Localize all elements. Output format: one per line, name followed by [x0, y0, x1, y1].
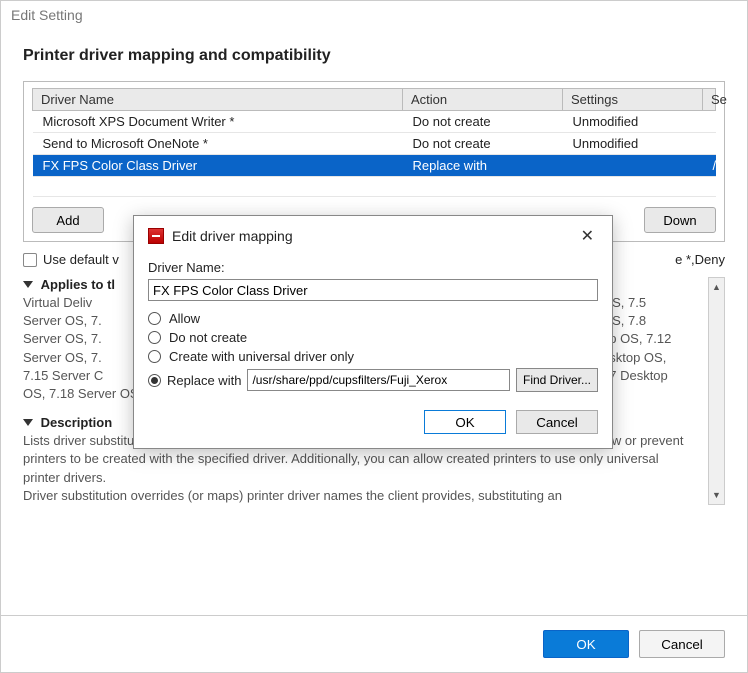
use-default-checkbox[interactable]: [23, 253, 37, 267]
window-title: Edit Setting: [1, 1, 747, 29]
driver-table: Driver Name Action Settings Se Microsoft…: [32, 88, 716, 197]
down-button[interactable]: Down: [644, 207, 716, 233]
close-icon[interactable]: ✕: [577, 226, 598, 246]
applies-to-tail: OS, 7.5 OS, 7.8 pp OS, 7.12 esktop OS, 1…: [602, 294, 698, 403]
radio-universal-only-label: Create with universal driver only: [169, 349, 354, 364]
col-se[interactable]: Se: [703, 89, 716, 111]
cell-settings: Unmodified: [563, 133, 703, 155]
section-heading: Printer driver mapping and compatibility: [23, 47, 725, 65]
cell-driver: Microsoft XPS Document Writer *: [33, 111, 403, 133]
cell-settings: [563, 155, 703, 177]
radio-allow[interactable]: [148, 312, 161, 325]
use-default-tail: e *,Deny: [675, 252, 725, 267]
description-title: Description: [41, 415, 113, 430]
table-row-selected[interactable]: FX FPS Color Class Driver Replace with /…: [33, 155, 716, 177]
driver-name-label: Driver Name:: [148, 260, 598, 275]
vertical-scrollbar[interactable]: ▲ ▼: [708, 277, 725, 505]
cell-driver: Send to Microsoft OneNote *: [33, 133, 403, 155]
driver-name-input[interactable]: [148, 279, 598, 301]
chevron-down-icon: [23, 281, 33, 288]
cell-settings: Unmodified: [563, 111, 703, 133]
scroll-up-icon[interactable]: ▲: [709, 278, 724, 295]
find-driver-button[interactable]: Find Driver...: [516, 368, 598, 392]
cell-action: Do not create: [403, 111, 563, 133]
add-button[interactable]: Add: [32, 207, 104, 233]
printer-icon: [148, 228, 164, 244]
radio-do-not-create[interactable]: [148, 331, 161, 344]
radio-replace-with[interactable]: [148, 374, 161, 387]
cell-se: [703, 133, 716, 155]
col-action[interactable]: Action: [403, 89, 563, 111]
modal-title: Edit driver mapping: [172, 228, 569, 244]
ok-button[interactable]: OK: [543, 630, 629, 658]
radio-do-not-create-label: Do not create: [169, 330, 247, 345]
scroll-down-icon[interactable]: ▼: [709, 487, 724, 504]
cell-action: Replace with: [403, 155, 563, 177]
cell-action: Do not create: [403, 133, 563, 155]
radio-allow-label: Allow: [169, 311, 200, 326]
cell-driver: FX FPS Color Class Driver: [33, 155, 403, 177]
modal-cancel-button[interactable]: Cancel: [516, 410, 598, 434]
radio-universal-only[interactable]: [148, 350, 161, 363]
use-default-label: Use default v: [43, 252, 119, 267]
cell-se: /u: [703, 155, 716, 177]
table-row[interactable]: Send to Microsoft OneNote * Do not creat…: [33, 133, 716, 155]
replace-path-input[interactable]: [247, 369, 510, 391]
radio-replace-with-label: Replace with: [167, 373, 241, 388]
applies-to-title: Applies to tl: [41, 277, 115, 292]
chevron-down-icon: [23, 419, 33, 426]
table-row[interactable]: Microsoft XPS Document Writer * Do not c…: [33, 111, 716, 133]
col-settings[interactable]: Settings: [563, 89, 703, 111]
cancel-button[interactable]: Cancel: [639, 630, 725, 658]
cell-se: [703, 111, 716, 133]
modal-ok-button[interactable]: OK: [424, 410, 506, 434]
table-row-empty[interactable]: [33, 177, 716, 197]
col-driver-name[interactable]: Driver Name: [33, 89, 403, 111]
edit-driver-mapping-dialog: Edit driver mapping ✕ Driver Name: Allow…: [133, 215, 613, 449]
